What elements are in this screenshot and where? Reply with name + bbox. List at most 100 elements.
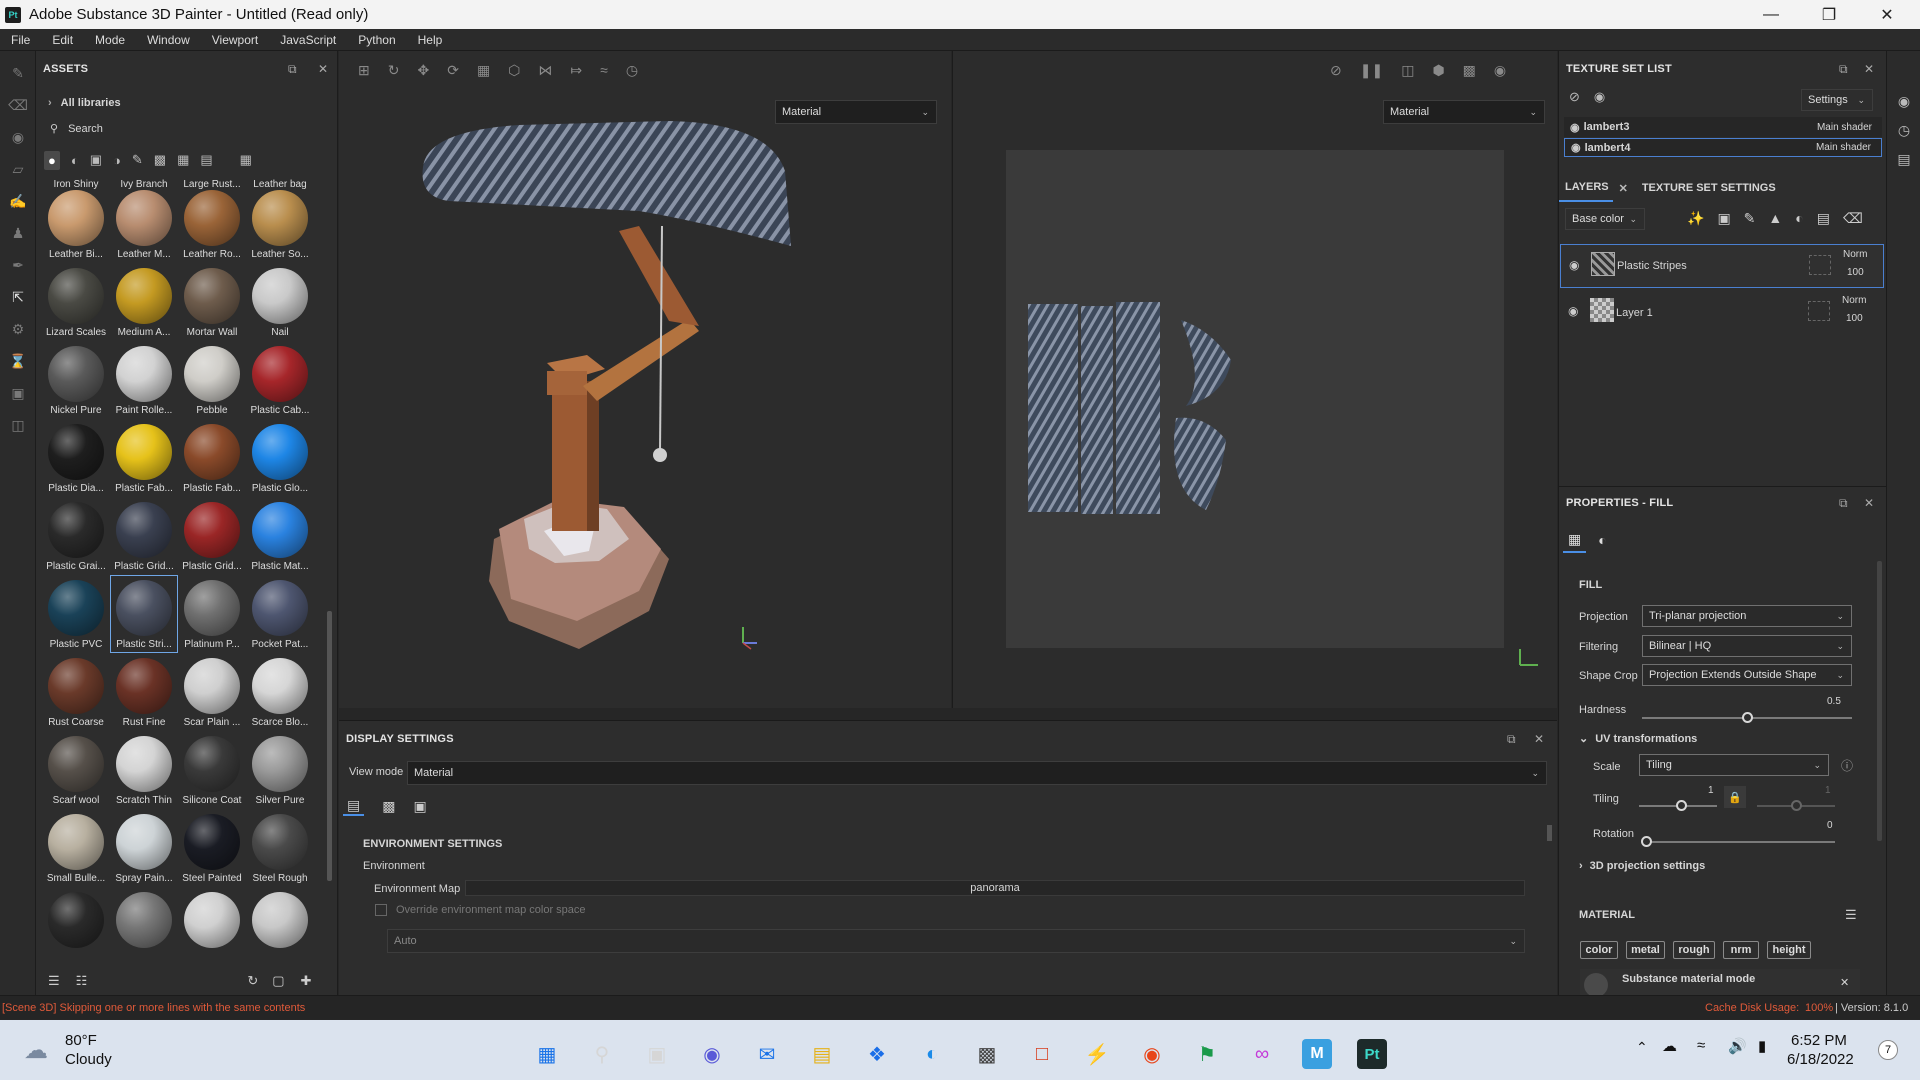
bake-icon[interactable]: ⌛ [0,345,36,377]
environments-filter-icon[interactable]: ▤ [200,152,212,168]
asset-item[interactable] [42,887,110,965]
bolt-app-icon[interactable]: ⚡ [1082,1039,1112,1069]
history-icon[interactable]: ◷ [1887,122,1920,139]
scale-dropdown[interactable]: Tiling ⌄ [1639,754,1829,776]
texture-set-row[interactable]: ◉ lambert3 Main shader [1564,117,1882,137]
texture-set-settings-dropdown[interactable]: Settings ⌄ [1801,89,1873,111]
add-paint-layer-icon[interactable]: ✎ [1744,210,1756,227]
fill-settings-tab-icon[interactable]: ▦ [1563,528,1587,553]
channel-color-button[interactable]: color [1580,941,1618,959]
channel-rough-button[interactable]: rough [1673,941,1715,959]
chrome-icon[interactable]: ◉ [1137,1039,1167,1069]
chevron-up-icon[interactable]: ⌃ [1636,1039,1648,1056]
asset-item[interactable]: Platinum P... [178,575,246,653]
asset-item[interactable]: Plastic Glo... [246,419,314,497]
asset-item[interactable]: Scarce Blo... [246,653,314,731]
properties-scrollbar[interactable] [1877,561,1882,841]
screenshot-icon[interactable]: ◉ [1494,62,1506,79]
asset-item[interactable]: Plastic Dia... [42,419,110,497]
close-window-button[interactable]: ✕ [1858,0,1916,29]
smart-materials-filter-icon[interactable]: ◐ [71,153,79,168]
smart-mask-icon[interactable]: ◐ [1795,210,1803,227]
tiling-value-v[interactable]: 1 [1825,785,1831,796]
viewport-3d[interactable]: ⊞ ↻ ✥ ⟳ ▦ ⬡ ⋈ ⤇ ≈ ◷ Material ⌄ [339,51,951,708]
close-icon[interactable]: ✕ [1840,976,1849,989]
add-fill-layer-icon[interactable]: ▲ [1768,210,1782,227]
asset-item[interactable]: Small Bulle... [42,809,110,887]
clock-date[interactable]: 6/18/2022 [1787,1051,1854,1068]
add-icon[interactable]: ✚ [301,973,312,989]
override-colorspace-checkbox[interactable]: Override environment map color space [375,904,586,916]
filtering-dropdown[interactable]: Bilinear | HQ ⌄ [1642,635,1852,657]
material-tab-icon[interactable]: ◐ [1598,532,1606,548]
volume-icon[interactable]: 🔊 [1728,1037,1747,1055]
close-panel-icon[interactable]: ✕ [1864,62,1874,76]
menu-help[interactable]: Help [407,33,454,47]
viewer-tab-icon[interactable]: ▣ [413,798,426,815]
asset-item[interactable]: Paint Rolle... [110,341,178,419]
menu-file[interactable]: File [0,33,41,47]
layer-row[interactable]: ◉ Layer 1 Norm 100 [1560,291,1884,335]
display-scrollbar[interactable] [1547,825,1552,841]
generators-filter-icon[interactable]: ◑ [113,153,121,168]
assets-tab-icon[interactable]: ⇱ [0,281,36,313]
asset-item[interactable]: Steel Painted [178,809,246,887]
viewport-2d[interactable]: ⊘ ❚❚ ◫ ⬢ ▩ ◉ Material ⌄ [952,51,1557,708]
flag-app-icon[interactable]: ⚑ [1192,1039,1222,1069]
close-panel-icon[interactable]: ✕ [1864,496,1874,510]
eraser-icon[interactable]: ⌫ [0,89,36,121]
materials-filter-icon[interactable]: ● [44,150,60,170]
rotation-slider-track[interactable] [1645,841,1835,843]
asset-item[interactable]: Plastic Mat... [246,497,314,575]
clock-time[interactable]: 6:52 PM [1791,1032,1847,1049]
hardness-slider-handle[interactable] [1742,712,1753,723]
shader-settings-icon[interactable]: ◉ [1887,93,1920,110]
search-field[interactable]: ⚲ Search [50,122,330,136]
info-icon[interactable]: ⓘ [1841,757,1853,774]
asset-item[interactable]: Plastic PVC [42,575,110,653]
environment-tab-icon[interactable]: ▤ [343,797,365,816]
layers-tab[interactable]: LAYERS [1559,174,1613,202]
substance-painter-icon[interactable]: Pt [1357,1039,1387,1069]
asset-item[interactable]: Plastic Stri... [110,575,178,653]
log-icon[interactable]: ▤ [1887,151,1920,168]
float-panel-icon[interactable]: ⧉ [1839,496,1848,511]
asset-item[interactable] [110,887,178,965]
grid-view-icon[interactable]: ▦ [240,152,252,168]
file-explorer-icon[interactable]: ▤ [807,1039,837,1069]
layer-opacity[interactable]: 100 [1847,267,1864,278]
windows-start-icon[interactable]: ▦ [532,1039,562,1069]
shader-name[interactable]: Main shader [1816,142,1871,153]
creative-cloud-icon[interactable]: ∞ [1247,1039,1277,1069]
refresh-icon[interactable]: ↻ [247,973,258,989]
asset-item[interactable]: Leather Ro... [178,185,246,263]
asset-item[interactable]: Plastic Fab... [110,419,178,497]
asset-item[interactable]: Pocket Pat... [246,575,314,653]
rotation-value[interactable]: 0 [1827,820,1833,831]
layer-row[interactable]: ◉ Plastic Stripes Norm 100 [1560,244,1884,288]
close-panel-icon[interactable]: ✕ [1534,732,1544,746]
asset-item[interactable]: Leather Bi... [42,185,110,263]
asset-item[interactable]: Lizard Scales [42,263,110,341]
viewport-2d-mode-dropdown[interactable]: Material ⌄ [1383,100,1545,124]
teams-chat-icon[interactable]: ◉ [697,1039,727,1069]
rotation-slider-handle[interactable] [1641,836,1652,847]
eye-icon[interactable]: ◉ [1569,258,1579,272]
close-tab-icon[interactable]: ✕ [1619,182,1628,195]
texture-set-row[interactable]: ◉ lambert4 Main shader [1564,138,1882,157]
camera-icon[interactable]: ▩ [1463,62,1476,79]
blend-mode[interactable]: Norm [1843,249,1867,260]
menu-javascript[interactable]: JavaScript [269,33,347,47]
onedrive-icon[interactable]: ☁ [1662,1037,1677,1055]
menu-edit[interactable]: Edit [41,33,84,47]
lock-icon[interactable]: 🔒 [1724,786,1746,808]
envmap-field[interactable]: panorama [465,880,1525,896]
asset-item[interactable]: Scar Plain ... [178,653,246,731]
details-view-icon[interactable]: ☷ [76,973,88,989]
battery-icon[interactable]: ▮ [1758,1037,1766,1055]
mail-icon[interactable]: ✉ [752,1039,782,1069]
paint-brush-icon[interactable]: ✎ [0,57,36,89]
menu-python[interactable]: Python [347,33,406,47]
channel-height-button[interactable]: height [1767,941,1811,959]
display-settings-icon[interactable]: ▣ [0,377,36,409]
